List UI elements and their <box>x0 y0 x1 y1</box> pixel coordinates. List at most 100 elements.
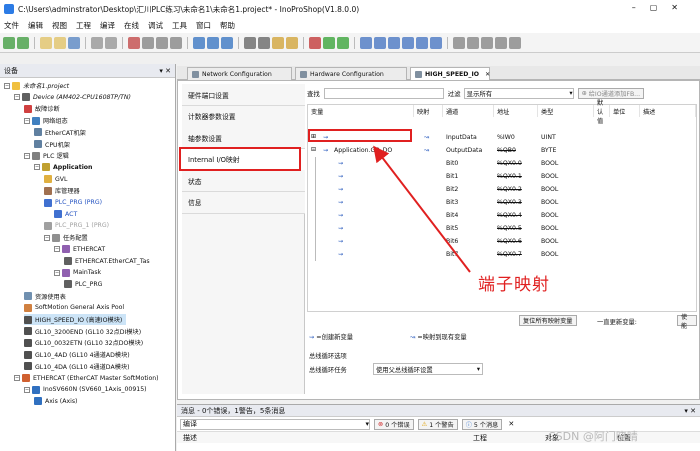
tree-item[interactable]: PLC_PRG (PRG) <box>44 197 102 208</box>
message-panel-pin[interactable]: ▾ ✕ <box>684 407 696 415</box>
side-tab-4[interactable]: 状态 <box>182 170 305 192</box>
column-header[interactable]: 描述 <box>640 105 696 117</box>
toolbar-button-icon[interactable] <box>207 36 219 49</box>
tree-expander-icon[interactable]: − <box>14 94 20 101</box>
tree-item[interactable]: SoftMotion General Axis Pool <box>24 302 124 313</box>
toolbar-button-icon[interactable] <box>170 36 182 49</box>
toolbar-button-icon[interactable] <box>40 36 52 49</box>
toolbar-button-icon[interactable] <box>481 36 493 49</box>
toolbar-button-icon[interactable] <box>91 36 103 49</box>
toolbar-button-icon[interactable] <box>142 36 154 49</box>
tree-item[interactable]: PLC_PRG <box>64 279 102 290</box>
tree-item[interactable]: − Application <box>34 162 92 173</box>
tree-expander-icon[interactable]: − <box>54 269 60 276</box>
tree-expander-icon[interactable]: − <box>54 246 60 253</box>
update-select[interactable]: 使能 <box>677 314 697 330</box>
toolbar-button-icon[interactable] <box>337 36 349 49</box>
device-panel-pin[interactable]: ▾ ✕ <box>159 67 171 75</box>
menu-item-5[interactable]: 在线 <box>124 20 139 31</box>
tree-item[interactable]: − 任务配置 <box>44 232 88 243</box>
toolbar-button-icon[interactable] <box>193 36 205 49</box>
toolbar-button-icon[interactable] <box>105 36 117 49</box>
side-tab-0[interactable]: 硬件端口设置 <box>182 84 305 106</box>
toolbar-button-icon[interactable] <box>323 36 335 49</box>
tree-item[interactable]: − ETHERCAT (EtherCAT Master SoftMotion) <box>14 373 159 384</box>
column-header[interactable]: 通道 <box>443 105 494 117</box>
menu-item-1[interactable]: 编辑 <box>28 20 43 31</box>
reset-mapping-button[interactable]: 复位所有映射变量 <box>519 315 577 326</box>
column-header[interactable]: 地址 <box>494 105 538 117</box>
compile-select[interactable]: 编译 ▾ <box>180 418 370 430</box>
side-tab-5[interactable]: 信息 <box>182 191 305 214</box>
table-row[interactable]: ⇝ Bit2 %QX0.2 BOOL <box>308 183 696 196</box>
warnings-filter[interactable]: ⚠ 1 个警告 <box>417 418 458 430</box>
errors-filter[interactable]: ⊗ 0 个错误 <box>374 418 414 430</box>
toolbar-button-icon[interactable] <box>509 36 521 49</box>
column-header[interactable]: 类型 <box>538 105 594 117</box>
filter-select[interactable]: 显示所有 ▾ <box>463 87 574 99</box>
toolbar-button-icon[interactable] <box>286 36 298 49</box>
table-row[interactable]: ⇝ Bit7 %QX0.7 BOOL <box>308 248 696 261</box>
table-row[interactable]: ⊟ ⇝ Application.GB_DO ↝ OutputData %QB0 BYTE <box>308 144 696 157</box>
table-row[interactable]: ⇝ Bit0 %QX0.0 BOOL <box>308 157 696 170</box>
menu-item-9[interactable]: 帮助 <box>220 20 235 31</box>
toolbar-button-icon[interactable] <box>272 36 284 49</box>
tree-item[interactable]: − Device (AM402-CPU1608TP/TN) <box>14 92 131 103</box>
table-row[interactable]: ⇝ Bit3 %QX0.3 BOOL <box>308 196 696 209</box>
menu-item-6[interactable]: 调试 <box>148 20 163 31</box>
column-header[interactable]: 默认值 <box>594 100 610 125</box>
toolbar-button-icon[interactable] <box>388 36 400 49</box>
tree-item[interactable]: ETHERCAT.EtherCAT_Tas <box>64 256 150 267</box>
tree-item[interactable]: PLC_PRG_1 (PRG) <box>44 220 109 231</box>
add-fb-button[interactable]: ⊕ 给IO通道添加FB... <box>577 87 645 99</box>
toolbar-button-icon[interactable] <box>244 36 256 49</box>
tree-expander-icon[interactable]: − <box>14 375 20 381</box>
tab-high-speed-io[interactable]: HIGH_SPEED_IO ✕ <box>410 67 490 80</box>
tree-item[interactable]: − 网络组态 <box>24 115 68 126</box>
menu-item-7[interactable]: 工具 <box>172 20 187 31</box>
tree-item[interactable]: CPU机架 <box>34 139 70 150</box>
tree-expander-icon[interactable]: − <box>24 386 30 393</box>
tree-item[interactable]: − ETHERCAT <box>54 244 105 255</box>
tree-item[interactable]: 故障诊断 <box>24 103 60 114</box>
tree-item[interactable]: GVL <box>44 174 67 185</box>
tree-expander-icon[interactable]: − <box>4 82 10 89</box>
tree-item[interactable]: − MainTask <box>54 267 101 278</box>
toolbar-button-icon[interactable] <box>467 36 479 49</box>
table-row[interactable]: ⇝ Bit6 %QX0.6 BOOL <box>308 235 696 248</box>
toolbar-button-icon[interactable] <box>453 36 465 49</box>
menu-item-0[interactable]: 文件 <box>4 20 19 31</box>
tree-expander-icon[interactable]: − <box>34 164 40 171</box>
tree-expander-icon[interactable]: − <box>24 117 30 124</box>
tree-item[interactable]: Axis (Axis) <box>34 396 77 407</box>
table-row[interactable]: ⇝ Bit4 %QX0.4 BOOL <box>308 209 696 222</box>
toolbar-button-icon[interactable] <box>360 36 372 49</box>
tree-item[interactable]: 资源使用表 <box>24 291 66 302</box>
bus-cycle-task-select[interactable]: 使用父总线循环设置 ▾ <box>373 363 483 375</box>
table-row[interactable]: ⇝ Bit1 %QX0.1 BOOL <box>308 170 696 183</box>
menu-item-3[interactable]: 工程 <box>76 20 91 31</box>
tree-item[interactable]: ACT <box>54 209 77 220</box>
column-header[interactable]: 变量 <box>308 105 414 117</box>
toolbar-button-icon[interactable] <box>495 36 507 49</box>
toolbar-button-icon[interactable] <box>54 36 66 49</box>
tab-network-configuration[interactable]: Network Configuration <box>187 67 292 80</box>
column-header[interactable]: 映射 <box>414 105 443 117</box>
tree-item[interactable]: GL10_4AD (GL10 4通道AD模块) <box>24 349 130 360</box>
toolbar-button-icon[interactable] <box>156 36 168 49</box>
tree-item[interactable]: GL10_3200END (GL10 32点DI模块) <box>24 326 141 337</box>
find-input[interactable] <box>323 87 444 99</box>
toolbar-button-icon[interactable] <box>309 36 321 49</box>
tree-item[interactable]: GL10_0032ETN (GL10 32点DO模块) <box>24 337 143 348</box>
toolbar-button-icon[interactable] <box>416 36 428 49</box>
tree-expander-icon[interactable]: − <box>24 152 30 159</box>
toolbar-button-icon[interactable] <box>374 36 386 49</box>
tree-item[interactable]: EtherCAT机架 <box>34 127 86 138</box>
tree-item[interactable]: HIGH_SPEED_IO (高速IO模块) <box>24 314 127 325</box>
tree-item[interactable]: − PLC 逻辑 <box>24 150 69 161</box>
toolbar-button-icon[interactable] <box>128 36 140 49</box>
menu-item-4[interactable]: 编译 <box>100 20 115 31</box>
collapse-icon[interactable]: ⊟ <box>311 146 316 153</box>
clear-icon[interactable]: ✕ <box>508 420 514 428</box>
window-controls[interactable]: –▢✕ <box>632 3 692 12</box>
